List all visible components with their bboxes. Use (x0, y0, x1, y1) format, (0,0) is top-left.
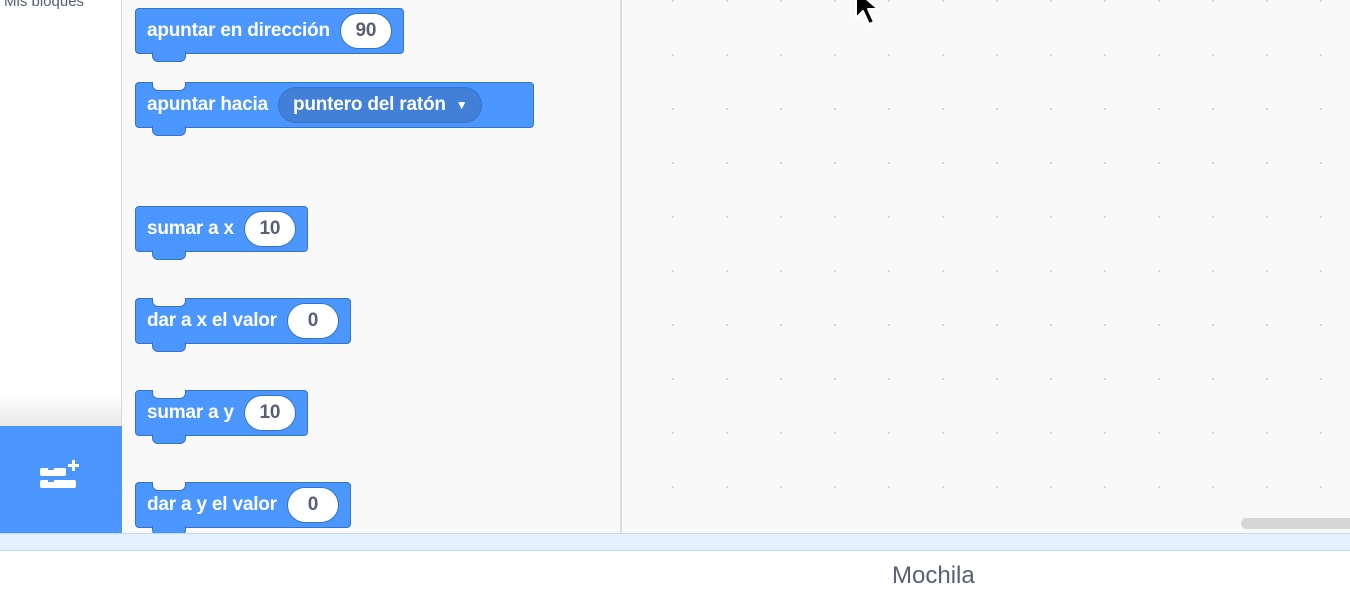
backpack-title[interactable]: Mochila (892, 562, 975, 590)
block-set-x-to[interactable]: dar a x el valor 0 (135, 298, 351, 352)
scripts-workspace[interactable] (622, 0, 1350, 533)
add-extension-icon (40, 460, 79, 488)
block-set-y-to[interactable]: dar a y el valor 0 (135, 482, 351, 533)
point-towards-dropdown[interactable]: puntero del ratón ▼ (277, 87, 483, 123)
block-label: dar a x el valor (147, 310, 277, 331)
block-label: sumar a y (147, 402, 234, 423)
set-y-input[interactable]: 0 (286, 487, 339, 523)
set-x-input[interactable]: 0 (286, 303, 339, 339)
block-label: apuntar hacia (147, 94, 268, 115)
backpack-panel (0, 551, 1350, 600)
block-point-towards[interactable]: apuntar hacia puntero del ratón ▼ (135, 82, 534, 136)
block-palette: apuntar en dirección 90 apuntar hacia pu… (122, 0, 620, 533)
workspace-horizontal-scrollbar[interactable] (1241, 518, 1350, 529)
block-change-y-by[interactable]: sumar a y 10 (135, 390, 308, 444)
category-my-blocks-label[interactable]: Mis bloques (4, 0, 84, 10)
block-label: sumar a x (147, 218, 234, 239)
add-extension-button[interactable] (0, 426, 122, 533)
direction-input[interactable]: 90 (339, 13, 392, 49)
change-x-input[interactable]: 10 (243, 211, 296, 247)
change-y-input[interactable]: 10 (243, 395, 296, 431)
block-point-in-direction[interactable]: apuntar en dirección 90 (135, 8, 404, 62)
dropdown-value: puntero del ratón (292, 94, 446, 115)
mouse-pointer-icon (855, 0, 879, 25)
block-label: apuntar en dirección (147, 20, 330, 41)
dropdown-arrow-icon: ▼ (455, 98, 468, 112)
block-change-x-by[interactable]: sumar a x 10 (135, 206, 308, 260)
category-fade (0, 395, 121, 427)
block-label: dar a y el valor (147, 494, 277, 515)
backpack-header-bar (0, 533, 1350, 551)
